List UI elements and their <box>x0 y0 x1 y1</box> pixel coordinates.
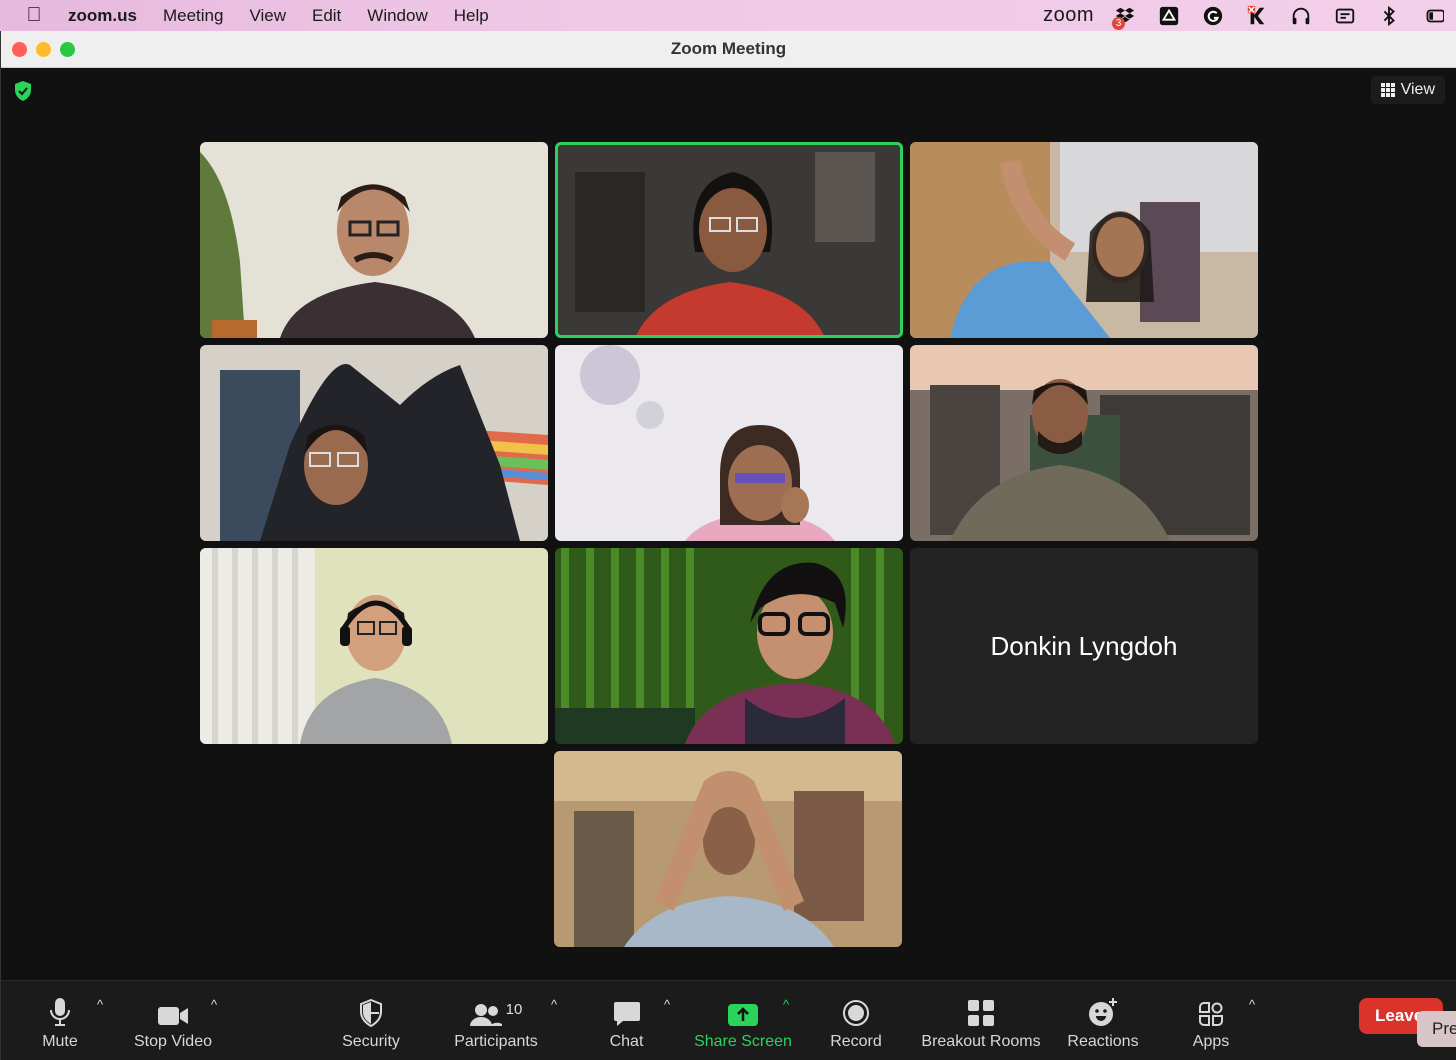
audio-options-caret-icon[interactable]: ^ <box>92 997 108 1012</box>
mute-label: Mute <box>42 1033 78 1050</box>
participant-video-2-active-speaker[interactable] <box>555 142 903 338</box>
participant-video-9[interactable] <box>554 751 902 947</box>
bluetooth-icon[interactable] <box>1376 5 1402 27</box>
apple-icon[interactable]:  <box>0 4 68 27</box>
menu-edit[interactable]: Edit <box>299 6 354 26</box>
record-icon <box>842 991 870 1027</box>
share-screen-button[interactable]: Share Screen <box>693 981 793 1060</box>
video-camera-icon <box>157 991 189 1027</box>
apps-label: Apps <box>1192 1033 1230 1050</box>
macos-menu-bar:  zoom.us Meeting View Edit Window Help … <box>0 0 1456 31</box>
participant-tile-no-video[interactable]: Donkin Lyngdoh <box>910 548 1258 744</box>
video-gallery: View Donkin Lyngdoh <box>1 68 1456 980</box>
participants-icon: 10 <box>469 991 523 1027</box>
menu-help[interactable]: Help <box>441 6 502 26</box>
chat-label: Chat <box>609 1033 644 1050</box>
breakout-rooms-label: Breakout Rooms <box>921 1033 1041 1050</box>
breakout-rooms-icon <box>967 991 995 1027</box>
apps-icon <box>1198 991 1224 1027</box>
participant-video-1[interactable] <box>200 142 548 338</box>
participants-count: 10 <box>505 1000 523 1018</box>
menu-window[interactable]: Window <box>354 6 440 26</box>
reactions-label: Reactions <box>1067 1033 1139 1050</box>
participant-video-6[interactable] <box>910 345 1258 541</box>
view-label: View <box>1400 81 1435 98</box>
reactions-button[interactable]: Reactions <box>1065 981 1141 1060</box>
participants-label: Participants <box>454 1033 538 1050</box>
dropbox-icon[interactable]: 3 <box>1112 5 1138 30</box>
klack-icon[interactable] <box>1244 5 1270 27</box>
security-button[interactable]: Security <box>336 981 406 1060</box>
microphone-icon <box>49 991 71 1027</box>
participants-options-caret-icon[interactable]: ^ <box>546 997 562 1012</box>
stop-video-label: Stop Video <box>134 1033 212 1050</box>
mute-button[interactable]: Mute <box>34 981 86 1060</box>
menu-meeting[interactable]: Meeting <box>150 6 236 26</box>
close-window-button[interactable] <box>12 41 27 57</box>
window-title: Zoom Meeting <box>670 39 787 58</box>
share-screen-label: Share Screen <box>694 1033 792 1050</box>
apps-options-caret-icon[interactable]: ^ <box>1244 997 1260 1012</box>
grid-view-icon <box>1380 83 1395 97</box>
participant-video-5[interactable] <box>555 345 903 541</box>
participants-button[interactable]: 10 Participants <box>450 981 542 1060</box>
video-options-caret-icon[interactable]: ^ <box>206 997 222 1012</box>
window-titlebar: Zoom Meeting <box>1 31 1456 68</box>
chat-options-caret-icon[interactable]: ^ <box>659 997 675 1012</box>
meeting-toolbar: Mute ^ Stop Video ^ Security 10 Particip… <box>1 980 1456 1060</box>
security-label: Security <box>342 1033 400 1050</box>
share-screen-icon <box>727 991 759 1027</box>
maximize-window-button[interactable] <box>60 41 75 57</box>
grammarly-icon[interactable] <box>1200 5 1226 27</box>
reactions-smiley-icon <box>1088 991 1118 1027</box>
security-shield-icon <box>359 991 383 1027</box>
breakout-rooms-button[interactable]: Breakout Rooms <box>921 981 1041 1060</box>
headphones-icon[interactable] <box>1288 5 1314 27</box>
record-button[interactable]: Record <box>827 981 885 1060</box>
minimize-window-button[interactable] <box>36 41 51 57</box>
apps-button[interactable]: Apps <box>1189 981 1233 1060</box>
window-controls <box>12 41 75 57</box>
chat-bubble-icon <box>613 991 641 1027</box>
record-label: Record <box>830 1033 882 1050</box>
pre-chip[interactable]: Pre <box>1417 1011 1456 1047</box>
share-options-caret-icon[interactable]: ^ <box>778 997 794 1012</box>
menu-app-name[interactable]: zoom.us <box>68 6 150 26</box>
drive-icon[interactable] <box>1156 5 1182 27</box>
participant-name: Donkin Lyngdoh <box>990 630 1178 661</box>
participant-video-8[interactable] <box>555 548 903 744</box>
participant-video-3[interactable] <box>910 142 1258 338</box>
menu-view[interactable]: View <box>236 6 299 26</box>
tray-zoom-label[interactable]: zoom <box>1043 4 1094 27</box>
display-icon[interactable] <box>1332 5 1358 27</box>
zoom-meeting-window: Zoom Meeting View Donkin Lyngdoh Mute ^ … <box>0 31 1456 1060</box>
battery-icon[interactable] <box>1420 5 1446 27</box>
menu-bar-tray: zoom 3 <box>1043 0 1456 31</box>
stop-video-button[interactable]: Stop Video <box>128 981 218 1060</box>
participant-video-7[interactable] <box>200 548 548 744</box>
view-button[interactable]: View <box>1370 76 1445 104</box>
chat-button[interactable]: Chat <box>604 981 649 1060</box>
participant-video-4[interactable] <box>200 345 548 541</box>
dropbox-badge: 3 <box>1112 16 1125 30</box>
encryption-shield-icon[interactable] <box>13 80 33 102</box>
